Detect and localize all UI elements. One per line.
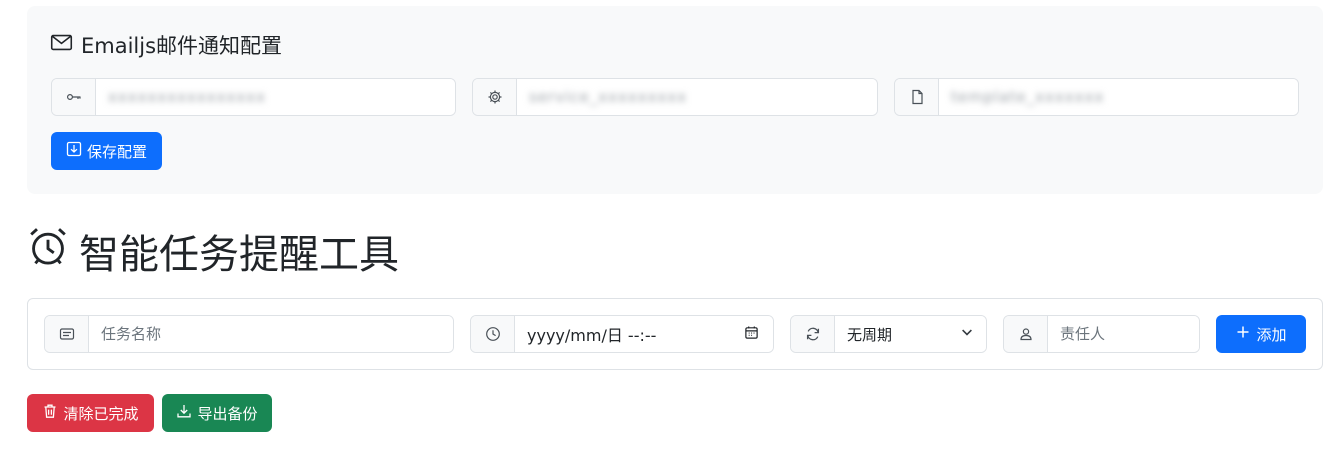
add-task-button[interactable]: 添加 — [1216, 315, 1306, 353]
plus-icon — [1235, 324, 1251, 344]
cycle-group: 无周期 — [790, 315, 987, 353]
emailjs-config-panel: Emailjs邮件通知配置 xxxxxxxxxxxxxxxx service_x… — [27, 6, 1323, 194]
task-name-input[interactable] — [89, 316, 453, 352]
template-id-group: template_xxxxxxx — [894, 78, 1299, 116]
task-name-group — [44, 315, 454, 353]
gear-icon — [473, 79, 517, 115]
due-datetime-group: yyyy/mm/日 --:-- — [470, 315, 774, 353]
person-icon — [1004, 316, 1048, 352]
chevron-down-icon — [960, 325, 974, 343]
export-backup-label: 导出备份 — [197, 404, 258, 423]
save-config-button[interactable]: 保存配置 — [51, 132, 162, 170]
template-id-value: template_xxxxxxx — [951, 88, 1105, 106]
assignee-group — [1003, 315, 1200, 353]
service-id-field[interactable]: service_xxxxxxxxx — [517, 79, 877, 115]
due-datetime-input[interactable]: yyyy/mm/日 --:-- — [515, 316, 773, 352]
cycle-select[interactable]: 无周期 — [835, 316, 986, 352]
clear-completed-label: 清除已完成 — [63, 404, 139, 423]
clock-icon — [471, 316, 515, 352]
add-task-label: 添加 — [1256, 325, 1287, 344]
config-title: Emailjs邮件通知配置 — [50, 30, 282, 60]
service-id-value: service_xxxxxxxxx — [529, 88, 688, 106]
page-title-text: 智能任务提醒工具 — [79, 232, 399, 278]
refresh-icon — [791, 316, 835, 352]
calendar-icon[interactable] — [744, 325, 759, 344]
assignee-input[interactable] — [1048, 316, 1199, 352]
public-key-group: xxxxxxxxxxxxxxxx — [51, 78, 456, 116]
export-backup-button[interactable]: 导出备份 — [162, 394, 272, 432]
clear-completed-button[interactable]: 清除已完成 — [27, 394, 154, 432]
public-key-value: xxxxxxxxxxxxxxxx — [108, 88, 267, 106]
trash-icon — [42, 403, 58, 423]
download-icon — [66, 141, 82, 161]
file-icon — [895, 79, 939, 115]
envelope-icon — [50, 31, 73, 59]
page-title: 智能任务提醒工具 — [27, 225, 399, 278]
task-form-card: yyyy/mm/日 --:-- 无周期 添加 — [27, 298, 1323, 370]
alarm-clock-icon — [27, 225, 69, 277]
save-config-label: 保存配置 — [86, 142, 147, 161]
template-id-field[interactable]: template_xxxxxxx — [939, 79, 1298, 115]
key-icon — [52, 79, 96, 115]
download-icon — [176, 403, 192, 423]
due-datetime-value: yyyy/mm/日 --:-- — [527, 326, 657, 345]
config-title-text: Emailjs邮件通知配置 — [81, 34, 283, 58]
cycle-selected-value: 无周期 — [847, 325, 893, 344]
service-id-group: service_xxxxxxxxx — [472, 78, 878, 116]
public-key-field[interactable]: xxxxxxxxxxxxxxxx — [96, 79, 455, 115]
card-text-icon — [45, 316, 89, 352]
